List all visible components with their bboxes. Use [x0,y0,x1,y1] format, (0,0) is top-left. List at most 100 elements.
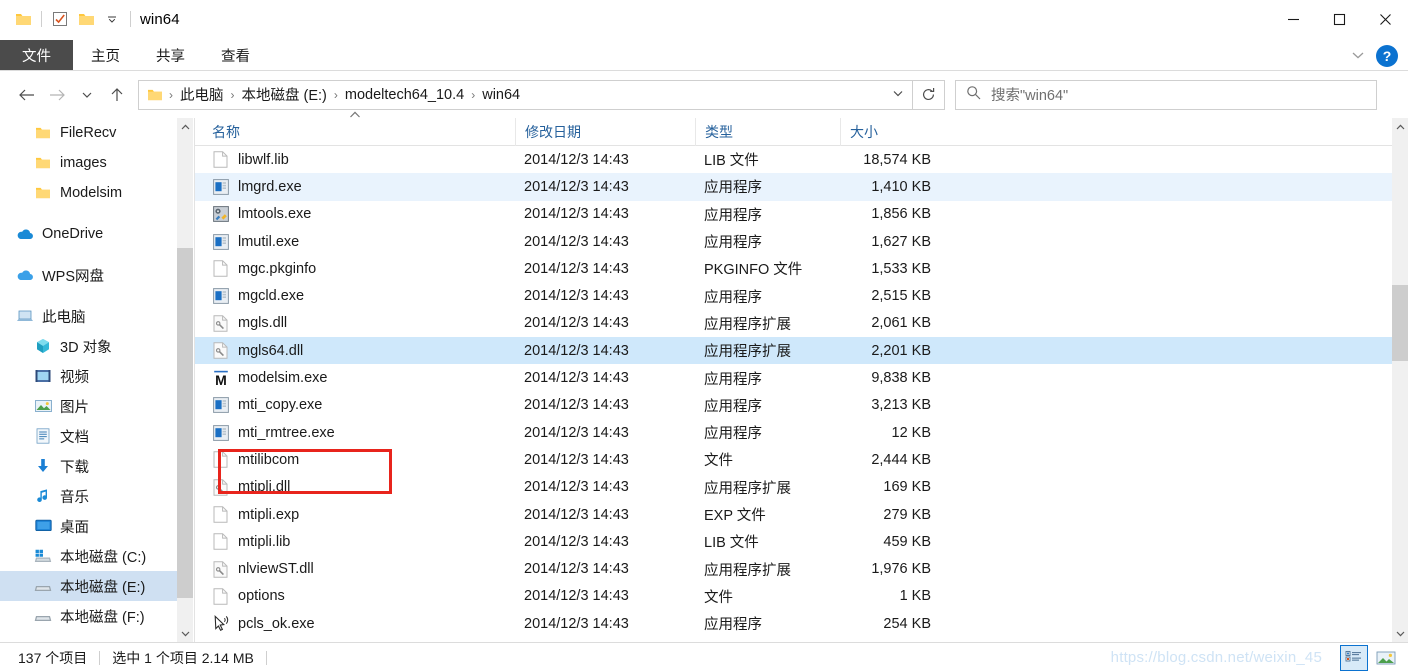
file-date-cell: 2014/12/3 14:43 [524,479,629,496]
up-button[interactable] [102,80,132,110]
column-header-type[interactable]: 类型 [695,117,840,146]
table-row[interactable]: nlviewST.dll 2014/12/3 14:43 应用程序扩展 1,976 K… [195,555,1392,582]
column-header-label: 修改日期 [525,123,581,140]
scroll-down-arrow-icon[interactable] [177,625,193,642]
file-name-cell[interactable]: mtipli.lib [195,533,515,551]
scrollbar-thumb[interactable] [1392,285,1408,361]
scroll-up-arrow-icon[interactable] [1392,118,1408,135]
sidebar-item-modelsim[interactable]: Modelsim [0,178,177,208]
file-name-cell[interactable]: lmutil.exe [195,233,515,250]
table-row[interactable]: lmtools.exe 2014/12/3 14:43 应用程序 1,856 KB [195,201,1392,228]
table-row[interactable]: mtilibcom 2014/12/3 14:43 文件 2,444 KB [195,446,1392,473]
column-header-date[interactable]: 修改日期 [515,117,695,146]
file-list-scrollbar[interactable] [1392,118,1408,642]
file-name-cell[interactable]: mtipli.exp [195,506,515,523]
sidebar-item-music[interactable]: 音乐 [0,481,177,511]
sidebar-item-onedrive[interactable]: OneDrive [0,219,177,249]
sidebar-item-3d-objects[interactable]: 3D 对象 [0,331,177,361]
table-row[interactable]: mtipli.lib 2014/12/3 14:43 LIB 文件 459 KB [195,528,1392,555]
sidebar-item-videos[interactable]: 视频 [0,361,177,391]
app-icon [212,233,229,250]
sidebar-item-images[interactable]: images [0,148,177,178]
recent-locations-caret-icon[interactable] [72,80,102,110]
scroll-down-arrow-icon[interactable] [1392,625,1408,642]
file-name-cell[interactable]: mgls64.dll [195,342,515,360]
scrollbar-thumb[interactable] [177,248,193,598]
quick-access-dropdown-caret-icon[interactable] [99,6,125,32]
details-view-button[interactable] [1340,645,1368,671]
file-name-cell[interactable]: mtilibcom [195,451,515,469]
sidebar-item-local-disk-c[interactable]: 本地磁盘 (C:) [0,541,177,571]
sidebar-item-local-disk-f[interactable]: 本地磁盘 (F:) [0,601,177,631]
table-row[interactable]: libwlf.lib 2014/12/3 14:43 LIB 文件 18,574 KB [195,146,1392,173]
video-icon [34,367,52,385]
folder-icon [34,184,52,202]
new-folder-icon[interactable] [73,6,99,32]
table-row[interactable]: mgls64.dll 2014/12/3 14:43 应用程序扩展 2,201 KB [195,337,1392,365]
tab-file[interactable]: 文件 [0,40,73,70]
file-name-cell[interactable]: lmtools.exe [195,206,515,223]
sidebar-item-this-pc[interactable]: 此电脑 [0,301,177,331]
file-name-cell[interactable]: Mmodelsim.exe [195,370,515,387]
close-button[interactable] [1362,0,1408,38]
sidebar-item-wps-cloud[interactable]: WPS网盘 [0,260,177,290]
sidebar-item-filerecv[interactable]: FileRecv [0,118,177,148]
minimize-button[interactable] [1270,0,1316,38]
app-icon [212,178,229,195]
sidebar-item-documents[interactable]: 文档 [0,421,177,451]
file-name-cell[interactable]: libwlf.lib [195,151,515,168]
file-name-cell[interactable]: nlviewST.dll [195,560,515,578]
table-row[interactable]: mtipli.dll 2014/12/3 14:43 应用程序扩展 169 KB [195,474,1392,501]
file-name-cell[interactable]: mtipli.dll [195,478,515,496]
file-name-cell[interactable]: lmgrd.exe [195,178,515,195]
file-name-cell[interactable]: mgc.pkginfo [195,260,515,278]
sidebar-item-pictures[interactable]: 图片 [0,391,177,421]
column-header-size[interactable]: 大小 [840,117,940,146]
table-row[interactable]: mgls.dll 2014/12/3 14:43 应用程序扩展 2,061 KB [195,310,1392,337]
forward-button[interactable] [42,80,72,110]
crumb-win64[interactable]: win64 [479,87,523,103]
checkbox-icon[interactable] [47,6,73,32]
crumb-local-disk-e[interactable]: 本地磁盘 (E:) [239,84,330,105]
file-name-cell[interactable]: pcls_ok.exe [195,615,515,632]
tab-home[interactable]: 主页 [73,40,138,70]
path-dropdown-caret-icon[interactable] [892,89,908,101]
table-row[interactable]: lmgrd.exe 2014/12/3 14:43 应用程序 1,410 KB [195,173,1392,201]
refresh-button[interactable] [913,79,945,110]
search-box[interactable]: 搜索"win64" [955,79,1377,110]
column-header-name[interactable]: 名称 [195,111,515,146]
table-row[interactable]: mti_copy.exe 2014/12/3 14:43 应用程序 3,213 KB [195,392,1392,419]
file-name-cell[interactable]: mti_rmtree.exe [195,424,515,441]
file-name-cell[interactable]: mgls.dll [195,315,515,332]
breadcrumb[interactable]: › 此电脑 › 本地磁盘 (E:) › modeltech64_10.4 › w… [138,79,913,110]
app-icon [212,397,229,414]
table-row[interactable]: Mmodelsim.exe 2014/12/3 14:43 应用程序 9,838 KB [195,364,1392,391]
sidebar-item-local-disk-e[interactable]: 本地磁盘 (E:) [0,571,177,601]
table-row[interactable]: pcls_ok.exe 2014/12/3 14:43 应用程序 254 KB [195,610,1392,637]
file-name-cell[interactable]: options [195,588,515,605]
back-button[interactable] [12,80,42,110]
table-row[interactable]: mgcld.exe 2014/12/3 14:43 应用程序 2,515 KB [195,282,1392,309]
tab-view[interactable]: 查看 [203,40,268,70]
quick-access-toolbar[interactable]: win64 [0,0,180,38]
table-row[interactable]: options 2014/12/3 14:43 文件 1 KB [195,583,1392,610]
maximize-button[interactable] [1316,0,1362,38]
large-icons-view-button[interactable] [1372,645,1400,671]
sidebar-item-downloads[interactable]: 下载 [0,451,177,481]
file-name-cell[interactable]: mgcld.exe [195,288,515,305]
table-row[interactable]: mti_rmtree.exe 2014/12/3 14:43 应用程序 12 KB [195,419,1392,446]
file-name-cell[interactable]: mti_copy.exe [195,397,515,414]
scroll-up-arrow-icon[interactable] [177,118,193,135]
help-icon[interactable]: ? [1376,45,1398,67]
chevron-down-icon[interactable] [1350,47,1366,65]
navigation-pane-scrollbar[interactable] [177,118,193,642]
table-row[interactable]: mtipli.exp 2014/12/3 14:43 EXP 文件 279 KB [195,501,1392,528]
sidebar-item-desktop[interactable]: 桌面 [0,511,177,541]
file-type-cell: EXP 文件 [704,508,766,524]
table-row[interactable]: lmutil.exe 2014/12/3 14:43 应用程序 1,627 KB [195,228,1392,255]
crumb-modeltech[interactable]: modeltech64_10.4 [342,87,467,103]
search-input[interactable]: 搜索"win64" [991,84,1068,105]
tab-share[interactable]: 共享 [138,40,203,70]
crumb-this-pc[interactable]: 此电脑 [177,84,227,105]
table-row[interactable]: mgc.pkginfo 2014/12/3 14:43 PKGINFO 文件 1,53… [195,255,1392,282]
